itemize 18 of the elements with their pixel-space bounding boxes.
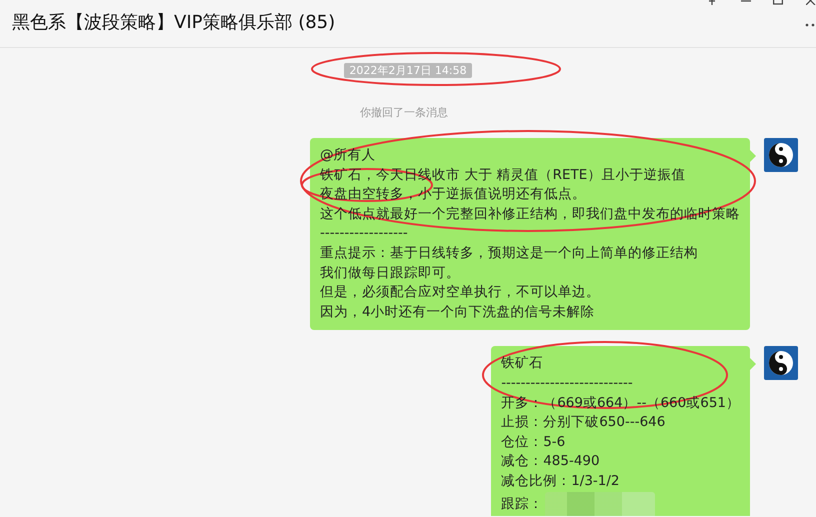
message-text: 减仓：485-490	[501, 452, 600, 472]
message-text: 跟踪：	[501, 494, 544, 514]
avatar-yin-yang-icon[interactable]	[764, 346, 798, 380]
message-text: 止损：分别下破650---646	[501, 413, 666, 432]
message-text: ------------------	[320, 224, 408, 244]
message-text: 因为，4小时还有一个向下洗盘的信号未解除	[320, 302, 595, 322]
window-title: 黑色系【波段策略】VIP策略俱乐部 (85)	[11, 11, 336, 35]
message-text: 仓位：5-6	[501, 432, 566, 452]
avatar-yin-yang-icon[interactable]	[764, 138, 798, 172]
message-text: 我们做每日跟踪即可。	[320, 264, 460, 283]
message-text: ---------------------------	[501, 374, 633, 393]
timestamp: 2022年2月17日 14:58	[344, 63, 472, 78]
message-text: 减仓比例：1/3-1/2	[501, 472, 620, 491]
message-text: 重点提示：基于日线转多，预期这是一个向上简单的修正结构	[320, 244, 698, 263]
message-text: 但是，必须配合应对空单执行，不可以单边。	[320, 283, 600, 302]
more-icon[interactable]	[805, 23, 815, 27]
message-text: 铁矿石	[501, 354, 544, 374]
recall-notice: 你撤回了一条消息	[360, 106, 448, 119]
